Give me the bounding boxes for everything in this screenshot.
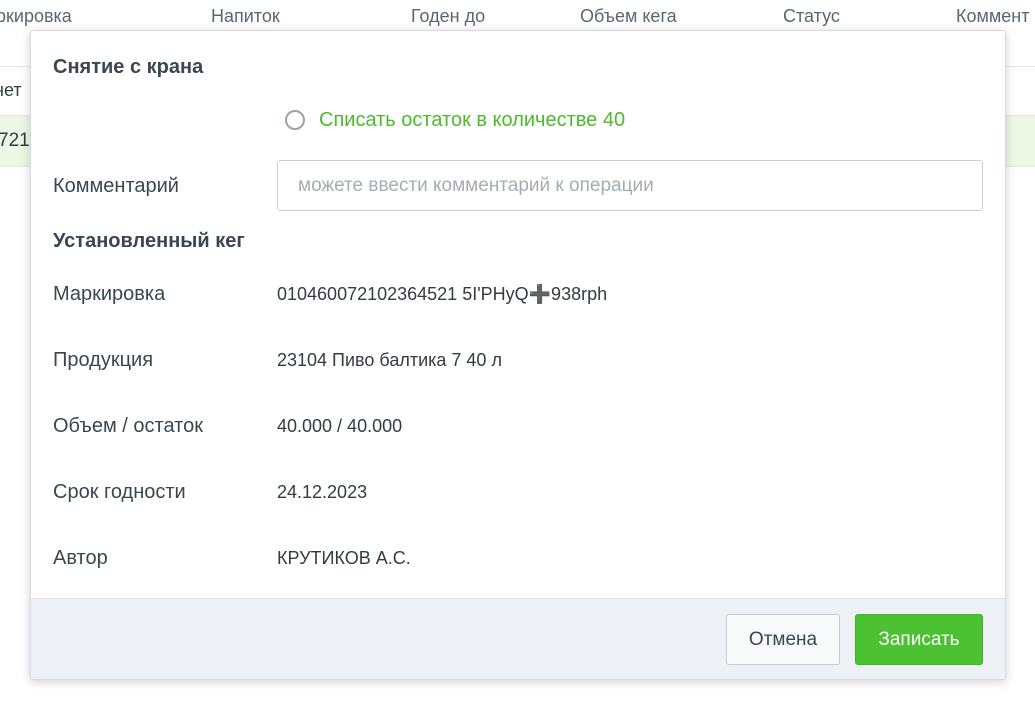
column-header-status[interactable]: Статус [783, 6, 840, 27]
expiry-date-label: Срок годности [53, 481, 186, 503]
column-header-comment[interactable]: Коммент [956, 6, 1029, 27]
marking-label: Маркировка [53, 283, 166, 305]
table-cell: нет [0, 80, 22, 100]
save-button[interactable]: Записать [855, 614, 983, 665]
cancel-button[interactable]: Отмена [726, 614, 840, 665]
column-header-keg-volume[interactable]: Объем кега [580, 6, 677, 27]
installed-keg-title: Установленный кег [53, 230, 245, 252]
product-label: Продукция [53, 349, 154, 371]
dialog-footer: Отмена Записать [31, 598, 1005, 679]
comment-input[interactable] [277, 160, 983, 211]
dialog-title: Снятие с крана [53, 56, 204, 78]
comment-label: Комментарий [53, 175, 179, 197]
remove-from-tap-dialog: Снятие с крана Списать остаток в количес… [30, 30, 1006, 680]
radio-button[interactable] [285, 110, 305, 130]
column-header-expiry[interactable]: Годен до [411, 6, 485, 27]
volume-remainder-value: 40.000 / 40.000 [277, 416, 403, 436]
product-value: 23104 Пиво балтика 7 40 л [277, 350, 502, 370]
writeoff-remainder-label[interactable]: Списать остаток в количестве 40 [319, 109, 625, 132]
volume-remainder-label: Объем / остаток [53, 415, 203, 437]
writeoff-remainder-option[interactable]: Списать остаток в количестве 40 [285, 107, 625, 133]
author-label: Автор [53, 547, 108, 569]
table-header: ркировка Напиток Годен до Объем кега Ста… [0, 0, 1035, 32]
column-header-drink[interactable]: Напиток [211, 6, 280, 27]
marking-value: 010460072102364521 5I'PHyQ➕938rph [277, 284, 608, 304]
table-cell: 721 [0, 130, 30, 151]
author-value: КРУТИКОВ А.С. [277, 548, 411, 568]
expiry-date-value: 24.12.2023 [277, 482, 368, 502]
column-header-marking[interactable]: ркировка [0, 6, 72, 27]
